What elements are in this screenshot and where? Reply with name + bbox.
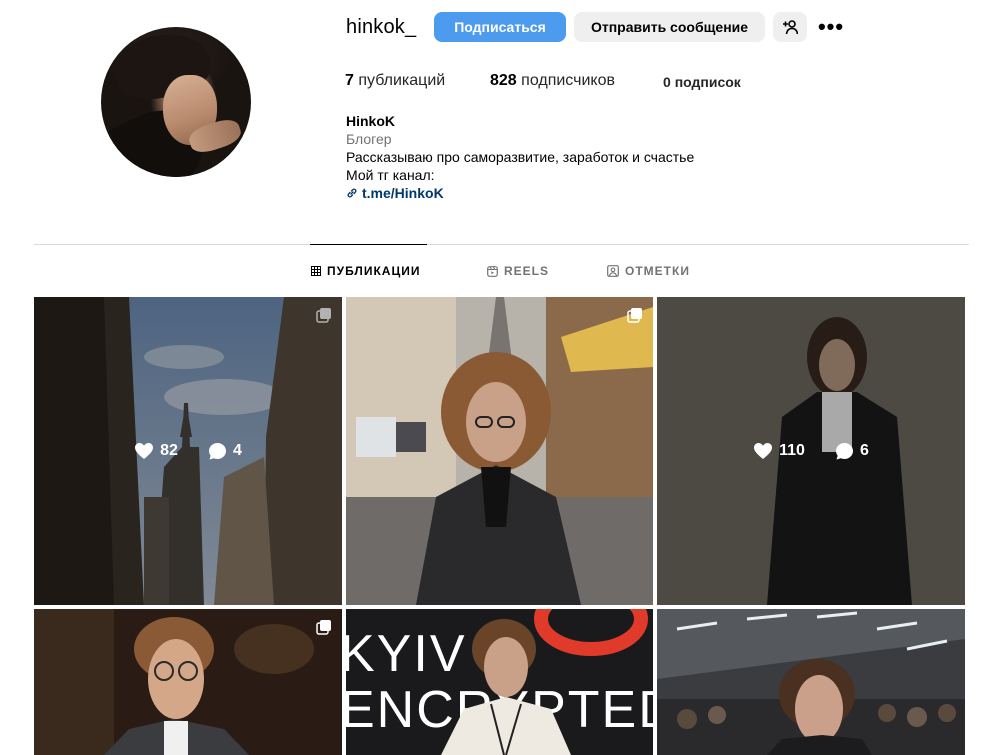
- likes-count-item: 82: [134, 442, 178, 460]
- more-options-button[interactable]: •••: [815, 12, 847, 42]
- post-tile[interactable]: KYIV ENCRYPTED: [346, 609, 653, 755]
- followers-count: 828: [490, 72, 517, 89]
- multiple-photos-icon: [627, 308, 642, 323]
- bio-line-2: Мой тг канал:: [346, 167, 435, 183]
- backdrop-text-kyiv: KYIV: [346, 625, 467, 683]
- likes-count: 110: [779, 442, 805, 459]
- profile-avatar[interactable]: [101, 27, 251, 177]
- post-tile[interactable]: 110 6: [657, 297, 965, 605]
- follow-button[interactable]: Подписаться: [434, 12, 566, 42]
- post-image: [346, 297, 653, 605]
- comment-icon: [208, 442, 226, 459]
- tab-posts-label: ПУБЛИКАЦИИ: [327, 264, 421, 278]
- likes-count: 82: [160, 442, 178, 459]
- heart-icon: [135, 443, 154, 459]
- followers-label: подписчиков: [521, 72, 615, 89]
- profile-full-name: HinkoK: [346, 113, 395, 129]
- tab-tagged[interactable]: ОТМЕТКИ: [607, 264, 690, 278]
- likes-count-item: 110: [753, 442, 805, 460]
- suggested-users-button[interactable]: [773, 12, 807, 42]
- comments-count: 6: [859, 442, 869, 459]
- comments-count-item: 4: [208, 442, 242, 461]
- posts-stat: 7 публикаций: [345, 72, 445, 90]
- post-image: [657, 609, 965, 755]
- post-tile[interactable]: [346, 297, 653, 605]
- tab-reels-label: REELS: [504, 264, 550, 278]
- bio-link[interactable]: t.me/HinkoK: [346, 184, 694, 202]
- tabs-divider: [34, 244, 969, 245]
- send-message-button[interactable]: Отправить сообщение: [574, 12, 765, 42]
- tab-reels[interactable]: REELS: [487, 264, 549, 278]
- tagged-icon: [607, 265, 619, 277]
- link-icon: [347, 188, 357, 198]
- comments-count-item: 6: [835, 442, 869, 461]
- post-image: [34, 609, 342, 755]
- profile-bio: HinkoK Блогер Рассказываю про саморазвит…: [346, 112, 694, 202]
- following-label: подписок: [674, 74, 741, 90]
- following-stat[interactable]: 0 подписок: [663, 74, 741, 90]
- tab-posts[interactable]: ПУБЛИКАЦИИ: [311, 264, 420, 278]
- reels-icon: [487, 265, 498, 277]
- add-person-icon: [783, 20, 798, 35]
- following-count: 0: [663, 74, 671, 90]
- post-hover-overlay: 82 4: [34, 297, 342, 605]
- bio-link-text: t.me/HinkoK: [362, 185, 444, 201]
- followers-stat[interactable]: 828 подписчиков: [490, 72, 615, 90]
- heart-icon: [754, 443, 773, 459]
- comment-icon: [835, 442, 853, 459]
- profile-username: hinkok_: [346, 16, 417, 38]
- post-tile[interactable]: [34, 609, 342, 755]
- multiple-photos-icon: [316, 620, 331, 635]
- tab-tagged-label: ОТМЕТКИ: [625, 264, 690, 278]
- post-tile[interactable]: [657, 609, 965, 755]
- post-hover-overlay: 110 6: [657, 297, 965, 605]
- posts-label: публикаций: [358, 72, 446, 89]
- comments-count: 4: [232, 442, 242, 459]
- bio-line-1: Рассказываю про саморазвитие, заработок …: [346, 149, 695, 165]
- grid-icon: [311, 266, 321, 276]
- post-tile[interactable]: 82 4: [34, 297, 342, 605]
- profile-category: Блогер: [346, 131, 392, 147]
- profile-tabs: ПУБЛИКАЦИИ REELS ОТМЕТКИ: [0, 264, 997, 278]
- active-tab-indicator: [310, 244, 427, 245]
- post-image: KYIV ENCRYPTED: [346, 609, 653, 755]
- posts-count: 7: [345, 72, 354, 89]
- more-icon: •••: [817, 14, 845, 39]
